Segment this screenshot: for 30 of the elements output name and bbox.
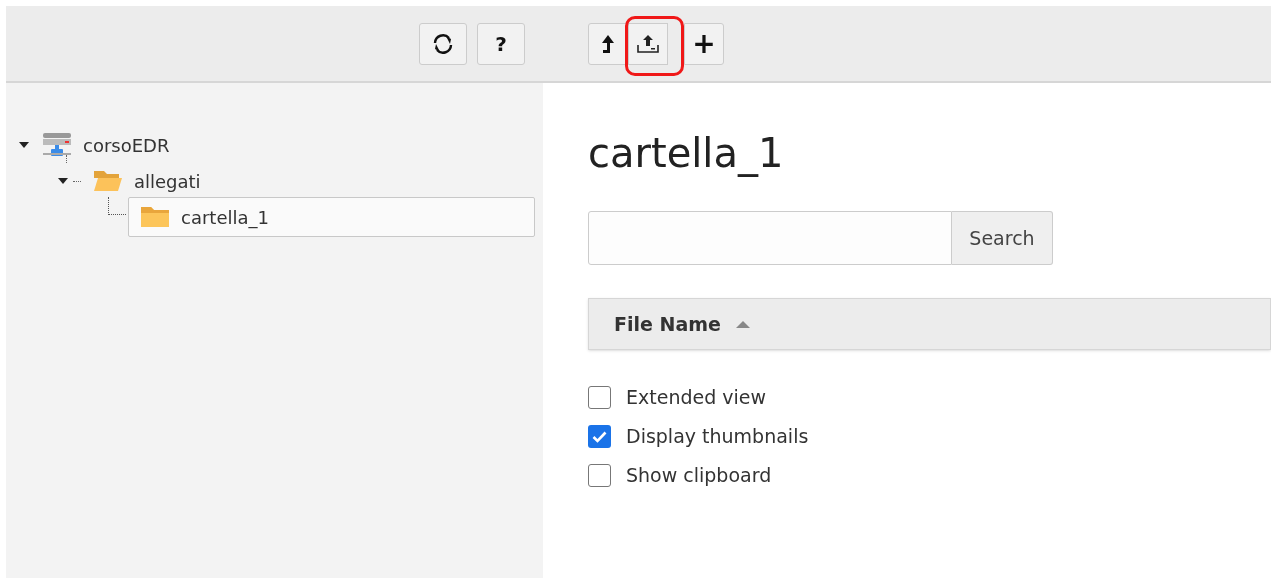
column-header[interactable]: File Name [614, 309, 721, 339]
arrow-up-icon [601, 33, 615, 54]
refresh-button[interactable] [419, 22, 467, 65]
upload-button[interactable] [628, 22, 668, 65]
folder-title: cartella_1 [588, 129, 785, 179]
checkmark-icon [592, 430, 607, 443]
checkbox[interactable] [588, 425, 611, 448]
checkbox[interactable] [588, 386, 611, 409]
search-button[interactable]: Search [952, 211, 1053, 265]
upload-icon [636, 33, 660, 54]
up-button[interactable] [588, 22, 628, 65]
tree-label: allegati [134, 169, 201, 194]
folder-open-icon [93, 169, 123, 193]
tree-label: corsoEDR [83, 133, 170, 158]
tree-label: cartella_1 [181, 205, 269, 231]
refresh-icon [431, 32, 455, 55]
checkbox-label: Extended view [626, 385, 767, 411]
toolbar-button[interactable]: + [684, 22, 724, 65]
caret-down-icon[interactable] [57, 177, 69, 185]
search-field[interactable] [588, 211, 952, 265]
folder-icon [140, 206, 170, 228]
server-icon [42, 132, 72, 158]
checkbox[interactable] [588, 464, 611, 487]
checkbox-label: Display thumbnails [626, 424, 809, 450]
tree-item[interactable]: allegati [85, 167, 201, 195]
toolbar-button[interactable]: ? [477, 22, 525, 65]
tree-item[interactable]: cartella_1 [128, 197, 535, 237]
checkbox-label: Show clipboard [626, 463, 772, 489]
tree-item[interactable]: corsoEDR [34, 131, 170, 159]
caret-down-icon[interactable] [18, 141, 30, 149]
